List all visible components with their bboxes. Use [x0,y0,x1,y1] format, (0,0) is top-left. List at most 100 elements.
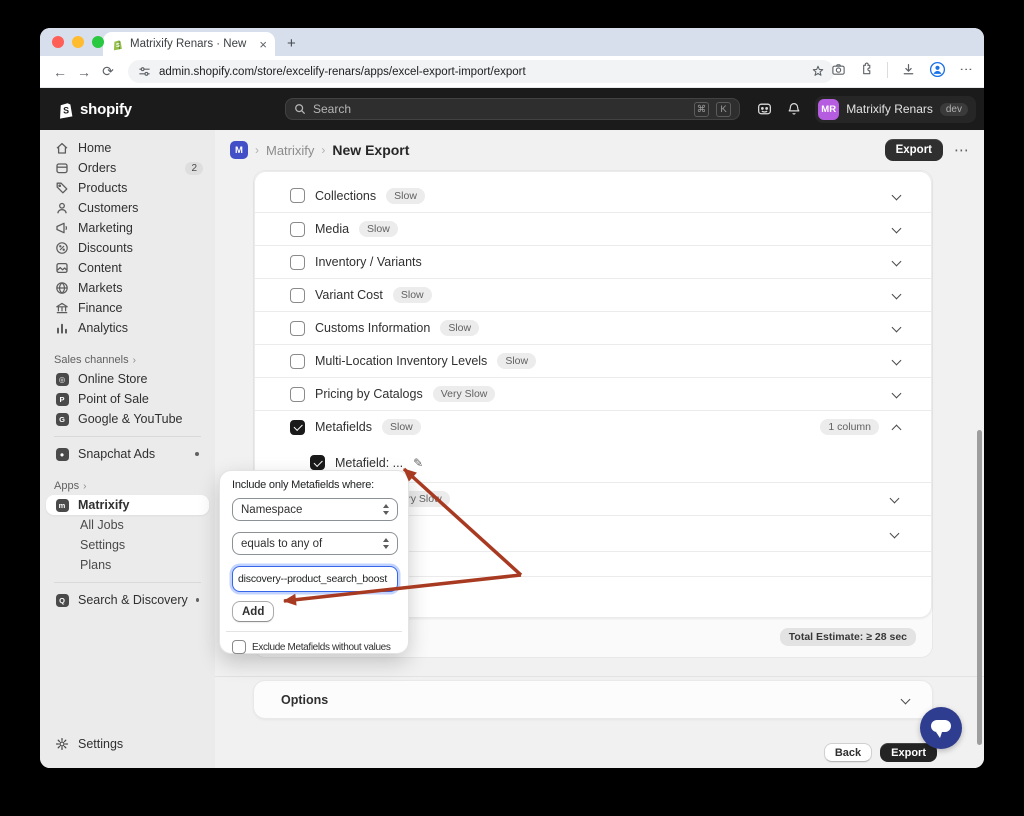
chevron-up-icon[interactable] [891,422,901,432]
apps-header[interactable]: Apps › [40,477,215,495]
topbar-actions: MR Matrixify Renars dev [756,88,976,130]
reload-icon[interactable]: ⟳ [96,63,120,80]
sidebar-item-content[interactable]: Content [46,258,209,278]
sidebar-item-online-store[interactable]: ◎ Online Store [46,369,209,389]
finance-bank-icon [54,300,70,316]
chat-widget-button[interactable] [920,707,962,749]
more-actions-icon[interactable]: ⋯ [954,141,970,159]
google-youtube-icon: G [54,411,70,427]
profile-avatar-icon[interactable] [929,61,946,78]
browser-tab[interactable]: S Matrixify Renars · New Export × [103,32,275,56]
chevron-down-icon[interactable] [891,356,901,366]
notifications-bell-icon[interactable] [786,101,802,117]
edit-pencil-icon[interactable]: ✎ [413,456,423,470]
sidebar-item-finance[interactable]: Finance [46,298,209,318]
sidebar-item-snapchat-ads[interactable]: ● Snapchat Ads [46,444,209,464]
sidebar-item-matrixify[interactable]: m Matrixify [46,495,209,515]
checkbox-checked[interactable] [290,419,305,435]
camera-icon[interactable] [831,62,846,77]
page-title: New Export [332,142,410,158]
section-row-pricing-by-catalogs[interactable]: Pricing by Catalogs Very Slow [255,377,931,410]
speed-badge: Slow [381,419,421,435]
chevron-down-icon[interactable] [891,389,901,399]
orders-icon [54,160,70,176]
zoom-window-button[interactable] [92,36,104,48]
breadcrumb-app-link[interactable]: Matrixify [266,143,314,158]
checkbox[interactable] [232,640,246,654]
shopify-logo[interactable]: S shopify [56,100,132,119]
sidebar-item-point-of-sale[interactable]: P Point of Sale [46,389,209,409]
sidebar-item-all-jobs[interactable]: All Jobs [46,515,209,535]
export-button-header[interactable]: Export [884,139,943,161]
macos-traffic-lights [52,36,104,48]
sidebar-item-analytics[interactable]: Analytics [46,318,209,338]
address-bar[interactable]: admin.shopify.com/store/excelify-renars/… [128,60,834,83]
sidebar-item-discounts[interactable]: Discounts [46,238,209,258]
section-row-variant-cost[interactable]: Variant Cost Slow [255,278,931,311]
forward-icon[interactable]: → [72,64,96,80]
sidebar-item-products[interactable]: Products [46,178,209,198]
export-button-footer[interactable]: Export [880,743,937,762]
section-row-inventory-variants[interactable]: Inventory / Variants [255,245,931,278]
sidebar-item-settings[interactable]: Settings [46,734,209,754]
sidebar-item-google-youtube[interactable]: G Google & YouTube [46,409,209,429]
user-menu[interactable]: MR Matrixify Renars dev [815,95,976,123]
chevron-down-icon[interactable] [889,529,899,539]
checkbox[interactable] [290,254,305,270]
tab-close-icon[interactable]: × [259,38,267,51]
checkbox[interactable] [290,386,305,402]
checkbox-checked[interactable] [310,455,325,470]
checkbox[interactable] [290,287,305,303]
extensions-puzzle-icon[interactable] [859,62,874,77]
sidebar-item-orders[interactable]: Orders 2 [46,158,209,178]
sidebar-item-marketing[interactable]: Marketing [46,218,209,238]
options-card[interactable]: Options [253,680,933,719]
section-row-multi-location-inventory[interactable]: Multi-Location Inventory Levels Slow [255,344,931,377]
browser-menu-icon[interactable]: ⋮ [959,63,974,77]
bookmark-star-icon[interactable] [811,64,825,78]
sidebar-item-markets[interactable]: Markets [46,278,209,298]
back-icon[interactable]: ← [48,64,72,80]
section-row-metafields[interactable]: Metafields Slow 1 column [255,410,931,443]
discounts-percent-icon [54,240,70,256]
site-settings-icon[interactable] [138,65,151,78]
search-discovery-icon: Q [54,592,70,608]
download-icon[interactable] [901,62,916,77]
section-row-collections[interactable]: Collections Slow [255,179,931,212]
matrixify-breadcrumb-icon[interactable]: M [230,141,248,159]
checkbox[interactable] [290,320,305,336]
inbox-icon[interactable] [756,101,773,118]
kbd-cmd: ⌘ [694,101,709,117]
field-select[interactable]: Namespace [232,498,398,521]
checkbox[interactable] [290,188,305,203]
checkbox[interactable] [290,353,305,369]
operator-select[interactable]: equals to any of [232,532,398,555]
back-button[interactable]: Back [823,743,873,762]
chevron-down-icon[interactable] [900,695,910,705]
chevron-down-icon[interactable] [891,257,901,267]
sidebar-item-customers[interactable]: Customers [46,198,209,218]
sidebar-item-home[interactable]: Home [46,138,209,158]
sidebar-item-search-discovery[interactable]: Q Search & Discovery [46,590,209,610]
minimize-window-button[interactable] [72,36,84,48]
add-button[interactable]: Add [232,601,275,622]
namespace-value-input[interactable] [232,566,398,592]
sidebar-item-app-settings[interactable]: Settings [46,535,209,555]
new-tab-button[interactable]: + [287,36,296,51]
tab-strip: S Matrixify Renars · New Export × + [40,28,984,56]
chevron-down-icon[interactable] [891,323,901,333]
customers-icon [54,200,70,216]
global-search-input[interactable]: Search ⌘ K [285,98,740,120]
exclude-metafields-row[interactable]: Exclude Metafields without values [232,640,396,654]
checkbox[interactable] [290,221,305,237]
chevron-down-icon[interactable] [891,191,901,201]
chevron-down-icon[interactable] [891,224,901,234]
chevron-down-icon[interactable] [889,494,899,504]
close-window-button[interactable] [52,36,64,48]
chevron-down-icon[interactable] [891,290,901,300]
sidebar-item-plans[interactable]: Plans [46,555,209,575]
scrollbar-thumb[interactable] [977,430,982,745]
section-row-media[interactable]: Media Slow [255,212,931,245]
sales-channels-header[interactable]: Sales channels › [40,351,215,369]
section-row-customs-information[interactable]: Customs Information Slow [255,311,931,344]
